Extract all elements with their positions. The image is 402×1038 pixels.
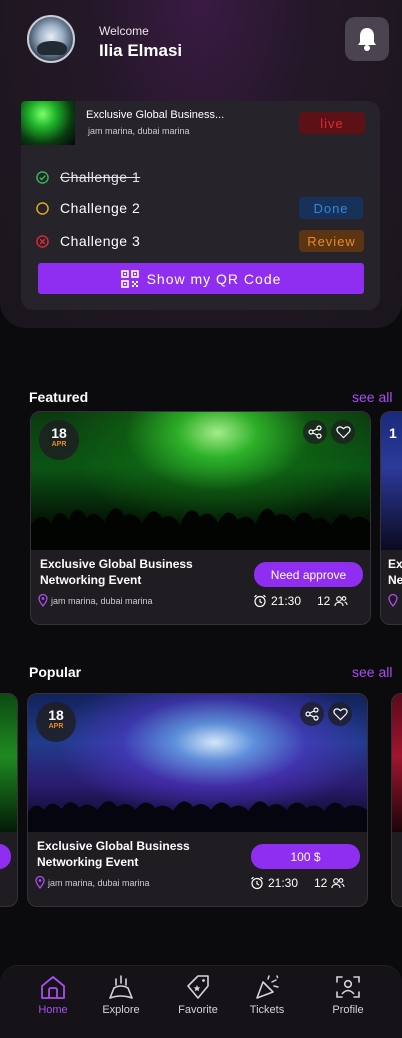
popular-event-card[interactable]: 18 APR Exclusive Global Business Network…: [27, 693, 368, 907]
featured-title: Featured: [29, 389, 89, 405]
review-badge[interactable]: Review: [299, 230, 364, 252]
x-circle-icon: [36, 234, 49, 248]
qr-button-label: Show my QR Code: [146, 270, 282, 287]
event-attendees: 12: [314, 876, 345, 890]
date-badge: 18 APR: [36, 702, 76, 742]
challenge-row-1[interactable]: Challenge 1: [36, 169, 140, 185]
profile-icon: [336, 976, 360, 998]
popular-see-all-link[interactable]: see all: [352, 664, 392, 680]
nav-explore[interactable]: Explore: [91, 974, 151, 1016]
attendee-count: 12: [314, 876, 328, 890]
avatar[interactable]: [27, 15, 75, 63]
crowd-silhouette: [31, 508, 370, 550]
date-day: 18: [51, 425, 67, 441]
bottom-nav: Home Explore Favorite Tickets Profile: [0, 965, 402, 1038]
done-badge[interactable]: Done: [299, 197, 363, 219]
need-approve-button[interactable]: Need approve: [254, 562, 363, 587]
share-button[interactable]: [300, 702, 324, 726]
challenge-label: Challenge 3: [60, 233, 141, 249]
date-month: APR: [51, 441, 67, 448]
challenge-card: Exclusive Global Business... jam marina,…: [21, 101, 380, 310]
featured-next-card[interactable]: 1 Ex Ne: [380, 411, 402, 625]
nav-label: Explore: [102, 1004, 140, 1016]
header-panel: Welcome Ilia Elmasi Exclusive Global Bus…: [0, 0, 402, 328]
nav-profile[interactable]: Profile: [318, 974, 378, 1016]
event-location: jam marina, dubai marina: [35, 876, 150, 889]
attendee-count: 12: [317, 594, 331, 608]
date-day: 1: [389, 425, 397, 441]
challenge-label: Challenge 1: [60, 169, 141, 185]
people-icon: [334, 596, 348, 607]
time-text: 21:30: [268, 876, 299, 890]
location-text: jam marina, dubai marina: [48, 877, 150, 888]
nav-tickets[interactable]: Tickets: [237, 974, 297, 1016]
event-location: jam marina, dubai marina: [88, 126, 190, 136]
event-thumbnail[interactable]: [21, 101, 75, 145]
qr-code-icon: [120, 269, 139, 288]
event-time: 21:30: [253, 594, 301, 608]
location-pin-icon: [388, 594, 398, 607]
buy-button[interactable]: [0, 844, 11, 869]
nav-label: Favorite: [178, 1004, 218, 1016]
live-badge: live: [299, 112, 365, 134]
date-day: 18: [48, 707, 64, 723]
challenge-label: Challenge 2: [60, 200, 141, 216]
event-title: Exclusive Global Business Networking Eve…: [37, 839, 190, 869]
event-title[interactable]: Exclusive Global Business...: [86, 109, 224, 121]
bell-icon: [358, 28, 376, 51]
favorite-button[interactable]: [328, 702, 352, 726]
location-text: jam marina, dubai marina: [51, 595, 153, 606]
nav-label: Tickets: [249, 1004, 285, 1016]
event-image: [392, 694, 402, 832]
popular-prev-card[interactable]: [0, 693, 18, 907]
nav-favorite[interactable]: Favorite: [168, 974, 228, 1016]
popular-title: Popular: [29, 664, 82, 680]
alarm-clock-icon: [254, 594, 266, 608]
notifications-button[interactable]: [345, 17, 389, 61]
event-title: Ex Ne: [388, 557, 402, 587]
featured-see-all-link[interactable]: see all: [352, 389, 392, 405]
event-title: Exclusive Global Business Networking Eve…: [40, 557, 193, 587]
alarm-clock-icon: [251, 876, 263, 890]
location-pin-icon: [35, 876, 45, 889]
welcome-label: Welcome: [99, 24, 149, 38]
tickets-party-icon: [256, 975, 279, 999]
challenge-row-3[interactable]: Challenge 3: [36, 233, 140, 249]
buy-ticket-button[interactable]: 100 $: [251, 844, 360, 869]
event-image: [0, 694, 17, 832]
share-icon: [308, 425, 322, 439]
share-icon: [305, 707, 319, 721]
pending-circle-icon: [36, 201, 49, 215]
favorite-tag-icon: [187, 975, 209, 999]
check-circle-icon: [36, 170, 49, 184]
nav-label: Profile: [332, 1004, 364, 1016]
date-badge: 18 APR: [39, 420, 79, 460]
featured-event-card[interactable]: 18 APR Exclusive Global Business Network…: [30, 411, 371, 625]
show-qr-button[interactable]: Show my QR Code: [38, 263, 364, 294]
favorite-button[interactable]: [331, 420, 355, 444]
home-icon: [41, 976, 65, 999]
event-time: 21:30: [250, 876, 298, 890]
date-month: APR: [48, 723, 64, 730]
time-text: 21:30: [271, 594, 302, 608]
nav-label: Home: [38, 1004, 68, 1016]
user-name: Ilia Elmasi: [99, 41, 183, 60]
people-icon: [331, 878, 345, 889]
explore-icon: [109, 975, 133, 999]
crowd-silhouette: [28, 801, 367, 832]
event-attendees: 12: [317, 594, 348, 608]
location-pin-icon: [38, 594, 48, 607]
share-button[interactable]: [303, 420, 327, 444]
heart-icon: [332, 708, 348, 721]
heart-icon: [335, 426, 351, 439]
nav-home[interactable]: Home: [23, 974, 83, 1016]
popular-next-card[interactable]: [391, 693, 402, 907]
challenge-row-2[interactable]: Challenge 2: [36, 200, 140, 216]
event-location: jam marina, dubai marina: [38, 594, 153, 607]
